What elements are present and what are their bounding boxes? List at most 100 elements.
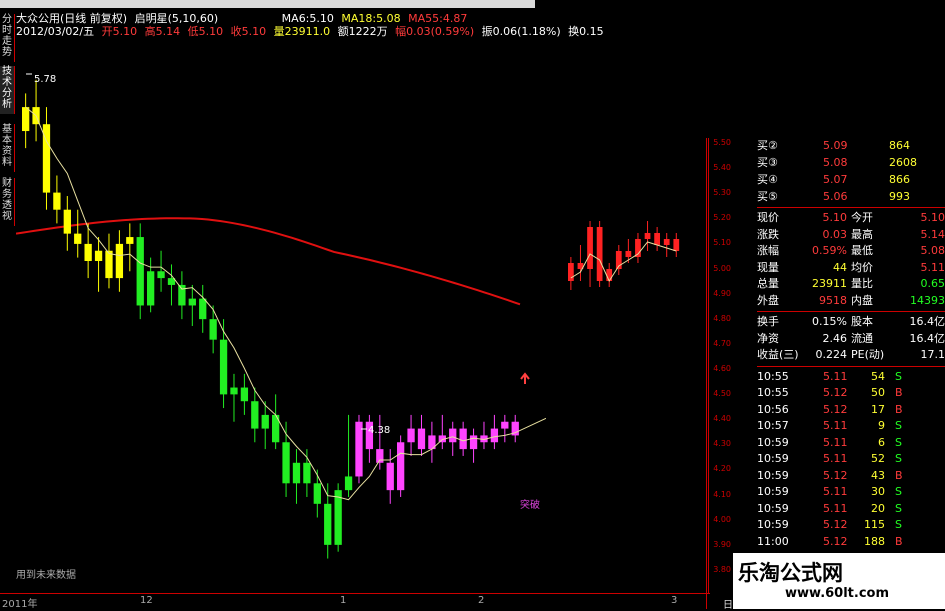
trade-side: B: [895, 402, 903, 418]
trade-price: 5.12: [823, 402, 848, 418]
candle-body: [210, 319, 217, 340]
bid-label: 买③: [757, 155, 778, 171]
fund-label-2: PE(动): [851, 347, 884, 363]
trade-price: 5.11: [823, 451, 848, 467]
price-tick-label: 5.20: [709, 213, 731, 222]
fund-label-1: 换手: [757, 314, 779, 330]
trade-time: 10:59: [757, 501, 789, 517]
fund-value-2: 16.4亿: [910, 331, 945, 347]
candle-body: [501, 422, 508, 429]
bar-low: 低5.10: [188, 25, 224, 38]
stat-row: 涨幅0.59%最低5.08: [757, 243, 945, 259]
trade-tick-row: 10:575.119S: [757, 418, 945, 434]
fund-value-1: 0.15%: [812, 314, 847, 330]
fund-label-2: 流通: [851, 331, 873, 347]
candle-body: [293, 463, 300, 484]
price-tick-label: 4.50: [709, 389, 731, 398]
bid-row[interactable]: 买②5.09864: [757, 138, 945, 154]
stat-value-1: 5.10: [823, 210, 848, 226]
bid-row[interactable]: 买③5.082608: [757, 155, 945, 171]
fund-label-1: 净资: [757, 331, 779, 347]
price-tick-label: 4.80: [709, 314, 731, 323]
candle-body: [241, 388, 248, 402]
stat-value-2: 14393: [910, 293, 945, 309]
trade-tick-row: 10:555.1154S: [757, 369, 945, 385]
ma-long-polyline: [16, 218, 520, 304]
fund-row: 收益(三)0.224PE(动)17.1: [757, 347, 945, 363]
trade-volume: 6: [878, 435, 885, 451]
stat-label-1: 外盘: [757, 293, 779, 309]
candle-body: [597, 227, 603, 281]
bar-open: 开5.10: [102, 25, 138, 38]
tab-finance[interactable]: 财务透视: [0, 178, 15, 226]
fund-row: 换手0.15%股本16.4亿: [757, 314, 945, 330]
trade-time: 10:59: [757, 451, 789, 467]
price-axis: 5.505.405.305.205.105.004.904.804.704.60…: [708, 138, 731, 593]
candle-body: [178, 285, 185, 306]
candle-body: [147, 271, 154, 305]
trade-tick-row: 10:595.1130S: [757, 484, 945, 500]
trade-side: B: [895, 468, 903, 484]
trade-price: 5.11: [823, 369, 848, 385]
candle-body: [199, 299, 206, 320]
candle-body: [251, 401, 258, 428]
candle-body: [116, 244, 123, 278]
bid-volume: 866: [889, 172, 910, 188]
bid-row[interactable]: 买⑤5.06993: [757, 189, 945, 205]
stat-label-2: 量比: [851, 276, 873, 292]
bid-price: 5.07: [823, 172, 848, 188]
price-tick-label: 4.30: [709, 439, 731, 448]
trade-volume: 115: [864, 517, 885, 533]
candle-body: [105, 251, 112, 278]
stat-value-1: 9518: [819, 293, 847, 309]
trade-time: 10:56: [757, 402, 789, 418]
stat-value-2: 5.08: [921, 243, 945, 259]
trade-time: 10:55: [757, 385, 789, 401]
bar-amount: 额1222万: [338, 25, 388, 38]
tab-fundamentals[interactable]: 基本资料: [0, 124, 15, 172]
stat-value-2: 5.11: [921, 260, 945, 276]
trade-side: B: [895, 534, 903, 550]
bid-row[interactable]: 买④5.07866: [757, 172, 945, 188]
bid-price: 5.08: [823, 155, 848, 171]
stat-row: 涨跌0.03最高5.14: [757, 227, 945, 243]
trade-volume: 30: [871, 484, 885, 500]
signal-up-arrow-icon: [521, 374, 529, 384]
trade-price: 5.12: [823, 517, 848, 533]
candle-body: [664, 239, 670, 245]
tab-intraday-label: 分时走势: [2, 14, 12, 58]
trade-price: 5.11: [823, 484, 848, 500]
candle-body: [626, 251, 632, 257]
date-axis: 2011年 12 1 2 3: [0, 593, 710, 610]
stat-label-1: 总量: [757, 276, 779, 292]
fund-value-2: 16.4亿: [910, 314, 945, 330]
price-tick-label: 5.10: [709, 238, 731, 247]
tab-technical[interactable]: 技术分析: [0, 66, 15, 114]
stat-label-2: 最高: [851, 227, 873, 243]
price-tick-label: 4.20: [709, 464, 731, 473]
trade-volume: 9: [878, 418, 885, 434]
candle-body: [85, 244, 92, 261]
trade-tick-row: 11:005.12188B: [757, 534, 945, 550]
stat-label-1: 现价: [757, 210, 779, 226]
fund-value-1: 0.224: [816, 347, 848, 363]
candle-body: [387, 463, 394, 490]
trade-price: 5.12: [823, 385, 848, 401]
watermark-title: 乐淘公式网: [738, 557, 843, 587]
candle-body: [324, 504, 331, 545]
kline-chart[interactable]: 5.78 4.38 突破 用到未来数据: [16, 38, 546, 591]
candle-body: [470, 435, 477, 449]
tab-finance-label: 财务透视: [2, 178, 12, 222]
trade-volume: 50: [871, 385, 885, 401]
trade-tick-row: 10:595.116S: [757, 435, 945, 451]
candle-body: [654, 233, 660, 245]
stat-value-1: 44: [833, 260, 847, 276]
recent-candles-chart[interactable]: [566, 210, 686, 290]
ma-short-polyline: [571, 242, 676, 281]
stat-label-2: 内盘: [851, 293, 873, 309]
bid-price: 5.06: [823, 189, 848, 205]
tab-intraday[interactable]: 分时走势: [0, 14, 15, 62]
bar-date: 2012/03/02/五: [16, 25, 94, 38]
bar-change: 幅0.03(0.59%): [395, 25, 474, 38]
candle-body: [137, 237, 144, 305]
